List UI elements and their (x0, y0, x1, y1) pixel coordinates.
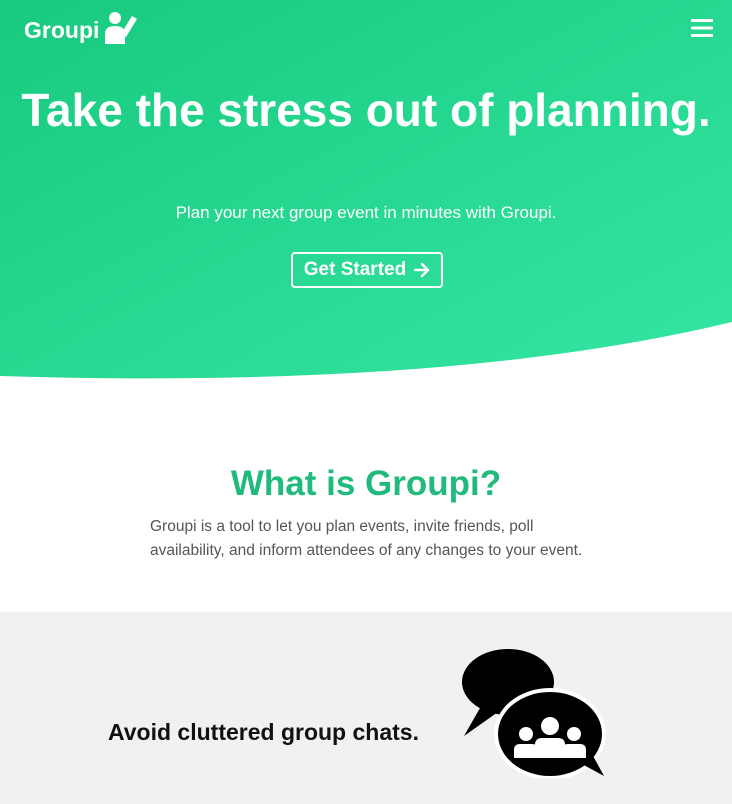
logo-text: Groupi (24, 16, 100, 43)
group-chat-icon (462, 649, 606, 778)
hamburger-menu-icon[interactable] (690, 17, 714, 39)
waving-person-icon (105, 12, 138, 44)
hero-section: Groupi Take the stress out of planning. … (0, 0, 732, 380)
feature-title: Avoid cluttered group chats. (108, 719, 419, 745)
hero-title: Take the stress out of planning. (21, 84, 711, 136)
hero-background (0, 0, 732, 379)
logo[interactable]: Groupi (24, 10, 139, 50)
about-text: Groupi is a tool to let you plan events,… (150, 518, 583, 559)
get-started-label: Get Started (303, 259, 407, 280)
get-started-button[interactable]: Get Started (291, 252, 443, 288)
about-title: What is Groupi? (230, 464, 502, 503)
feature-section: Avoid cluttered group chats. (0, 612, 732, 804)
hero-subtitle: Plan your next group event in minutes wi… (175, 203, 557, 222)
arrow-right-icon (414, 262, 430, 278)
